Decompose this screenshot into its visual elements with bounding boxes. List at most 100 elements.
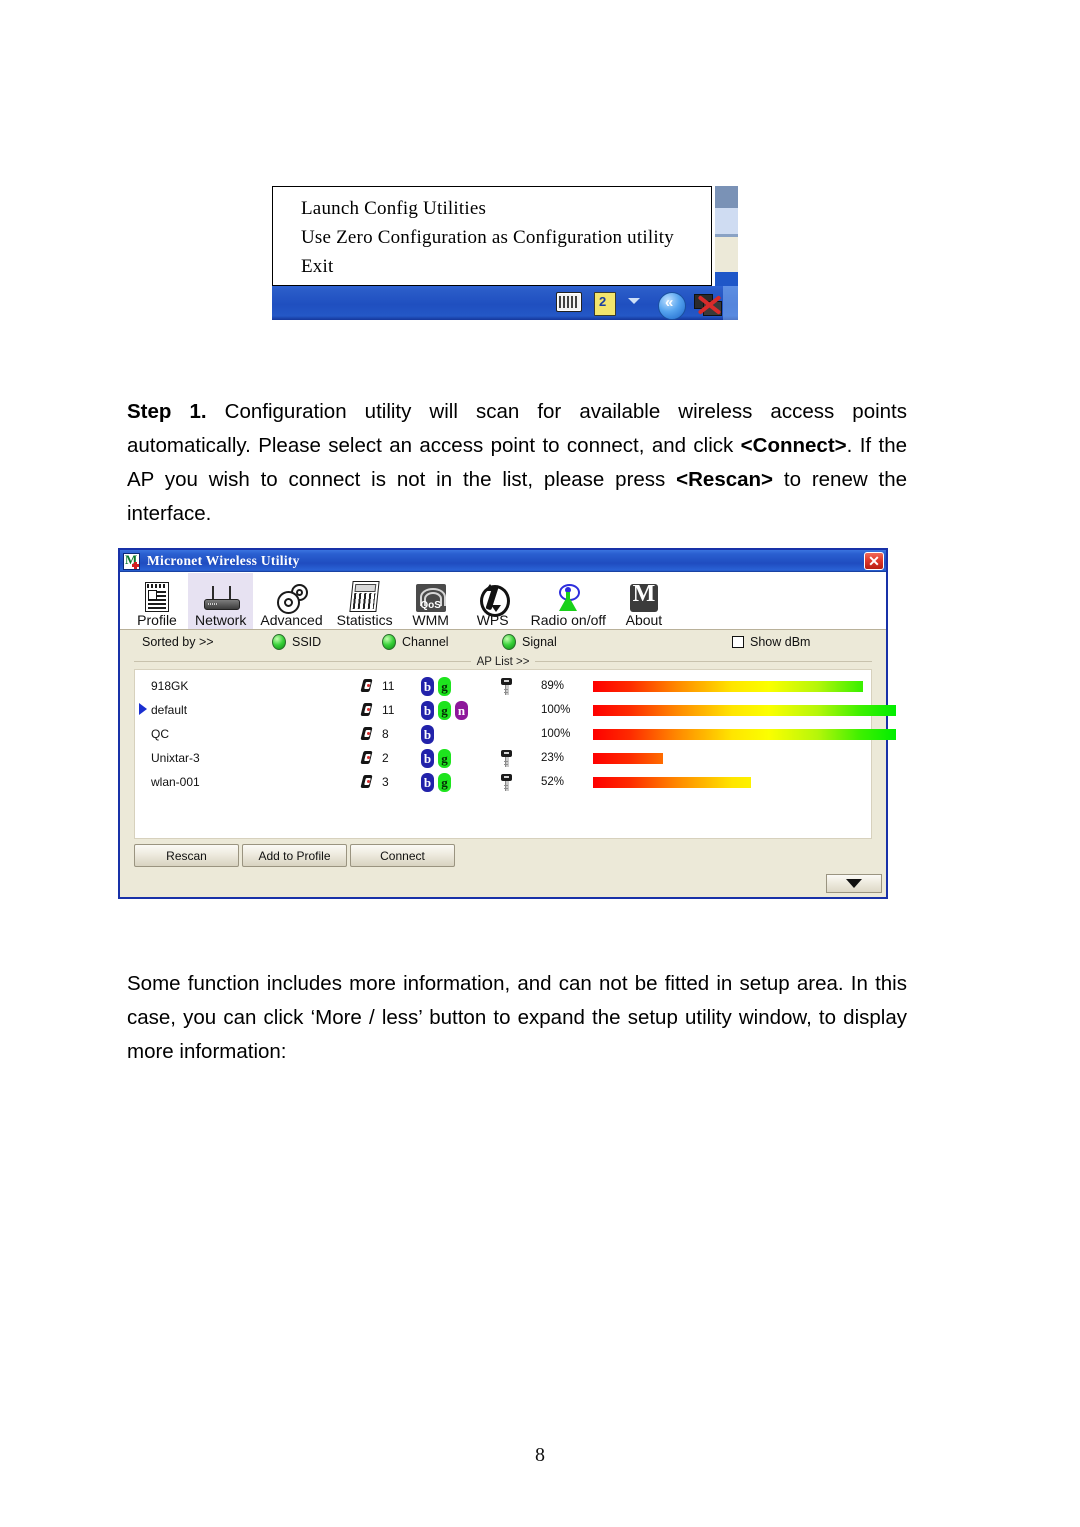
mode-badge-b-icon: b [421,724,434,744]
ap-signal-percent: 52% [541,776,565,788]
page-number: 8 [535,1444,545,1466]
led-icon [272,634,286,650]
led-icon [502,634,516,650]
show-dbm-label: Show dBm [750,635,811,649]
ap-channel: 11 [361,679,421,694]
ap-channel-number: 3 [382,775,389,789]
wifi-signal-icon [361,727,375,742]
gears-icon [276,578,308,614]
tab-statistics[interactable]: Statistics [330,573,400,629]
tab-profile[interactable]: Profile [126,573,188,629]
tab-profile-label: Profile [137,612,177,628]
ap-security [501,677,541,695]
ap-channel: 8 [361,727,421,742]
rescan-button[interactable]: Rescan [134,844,239,867]
tray-highlight [723,286,738,320]
ap-list[interactable]: 918GK 11 b g 89% default 11 b g n 100% QC 8 b 100% Unix… [134,669,896,839]
menu-item-exit[interactable]: Exit [301,252,711,281]
add-to-profile-button[interactable]: Add to Profile [242,844,347,867]
keyboard-icon[interactable] [556,292,582,312]
menu-item-launch-config-utilities[interactable]: Launch Config Utilities [301,194,711,223]
ap-signal-percent: 89% [541,680,565,692]
wifi-signal-icon [361,775,375,790]
ap-signal-bar [593,680,871,693]
micronet-logo-icon [123,552,140,570]
show-hidden-icons-chevron-icon[interactable] [626,292,642,308]
ap-channel-number: 2 [382,751,389,765]
sort-option-channel[interactable]: Channel [382,634,502,650]
about-m-icon: M [629,578,658,612]
wifi-signal-icon [361,703,375,718]
mode-badge-b-icon: b [421,676,434,696]
window-titlebar: Micronet Wireless Utility ✕ [120,550,886,572]
ap-mode-badges: b [421,724,501,744]
chevron-down-icon [846,879,862,888]
tray-menu-figure: Launch Config Utilities Use Zero Configu… [272,186,738,320]
ap-signal-percent: 100% [541,728,571,740]
close-icon: ✕ [868,552,880,569]
menu-item-use-zero-configuration[interactable]: Use Zero Configuration as Configuration … [301,223,711,252]
ap-mode-badges: bg [421,772,501,792]
more-less-button[interactable] [826,874,882,893]
close-button[interactable]: ✕ [864,552,884,570]
ap-signal-percent: 100% [541,704,571,716]
tab-about[interactable]: M About [613,573,675,629]
ap-security [501,773,541,791]
mode-badge-g-icon: g [438,700,451,720]
ap-mode-badges: bg [421,676,501,696]
show-dbm-checkbox-group[interactable]: Show dBm [732,635,810,649]
table-row[interactable]: 918GK 11 b g 89% [135,674,871,698]
wifi-signal-icon [361,679,375,694]
mode-badge-b-icon: b [421,772,434,792]
ap-list-divider-label: AP List >> [476,655,530,668]
tab-radio-label: Radio on/off [530,612,606,628]
blue-arrow-icon[interactable] [658,292,686,320]
table-row[interactable]: wlan-001 3 b g 52% [135,770,871,794]
ap-channel: 3 [361,775,421,790]
network-disconnected-icon[interactable] [694,292,724,318]
main-toolbar: Profile Network Advanced Statistics QoS [120,572,886,630]
tab-statistics-label: Statistics [336,612,393,628]
tab-wps[interactable]: WPS [462,573,524,629]
table-row[interactable]: Unixtar-3 2 b g 23% [135,746,871,770]
table-row[interactable]: QC 8 b 100% [135,722,896,746]
ap-ssid: default [151,703,188,717]
tab-advanced[interactable]: Advanced [253,573,329,629]
table-row[interactable]: default 11 b g n 100% [135,698,896,722]
sort-option-signal[interactable]: Signal [502,634,732,650]
sort-signal-label: Signal [522,635,557,649]
tab-radio-on-off[interactable]: Radio on/off [524,573,613,629]
ap-mode-badges: bg [421,748,501,768]
security-key-icon [501,749,512,767]
action-button-row: Rescan Add to Profile Connect [120,839,886,867]
step-1-paragraph: Step 1. Configuration utility will scan … [127,395,907,531]
ap-ssid: Unixtar-3 [151,751,200,765]
sort-ssid-label: SSID [292,635,322,649]
micronet-wireless-utility-window: Micronet Wireless Utility ✕ Profile Netw… [118,548,896,899]
ap-signal-percent: 23% [541,752,565,764]
rescan-keyword: <Rescan> [676,467,774,491]
sort-bar: Sorted by >> SSID Channel Signal Show dB… [120,630,886,654]
ap-signal-bar [593,752,871,765]
calculator-icon [349,578,380,612]
qos-icon: QoS [415,578,446,612]
sort-option-ssid[interactable]: SSID [272,634,382,650]
window-title: Micronet Wireless Utility [147,553,300,568]
security-key-icon [501,773,512,791]
show-dbm-checkbox[interactable] [732,636,744,648]
tab-about-label: About [625,612,663,628]
mode-badge-g-icon: g [438,772,451,792]
ap-signal-bar [593,704,896,717]
ap-ssid: QC [151,727,169,741]
mode-badge-b-icon: b [421,700,434,720]
sorted-by-label: Sorted by >> [142,635,214,649]
tab-wmm[interactable]: QoS WMM [400,573,462,629]
tab-network[interactable]: Network [188,573,254,629]
ap-channel-number: 11 [382,679,395,693]
step-label: Step 1. [127,399,207,423]
sticky-note-icon[interactable] [594,292,616,316]
ap-signal-bar [593,776,871,789]
router-icon [203,578,240,612]
tab-wmm-label: WMM [412,612,449,628]
connect-button[interactable]: Connect [350,844,455,867]
